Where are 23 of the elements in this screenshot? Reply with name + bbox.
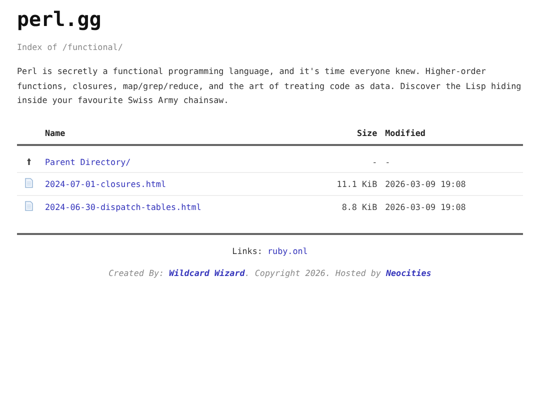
link[interactable]: ruby.onl <box>267 246 308 256</box>
site-title: perl.gg <box>17 7 102 31</box>
column-header: Name <box>41 122 304 144</box>
credit-line: Created By: Wildcard Wizard. Copyright 2026. Hosted by Neocities <box>108 268 432 278</box>
links-line: Links: ruby.onl <box>231 246 309 256</box>
document-icon <box>25 200 33 210</box>
file-size: - <box>372 156 378 166</box>
link[interactable]: Wildcard Wizard <box>169 268 245 278</box>
index-path: Index of /functional/ <box>17 42 124 52</box>
file-size: 11.1 KiB <box>336 178 378 188</box>
up-arrow-icon <box>27 158 31 164</box>
modified-date: 2026-03-09 19:08 <box>385 202 466 212</box>
modified-date: - <box>385 156 390 166</box>
link[interactable]: Neocities <box>386 268 432 278</box>
file-link[interactable]: 2024-06-30-dispatch-tables.html <box>45 202 202 212</box>
parent-directory-link[interactable]: Parent Directory/ <box>45 156 131 166</box>
column-header: Size <box>304 122 382 144</box>
document-icon <box>25 178 33 188</box>
column-header: Modified <box>381 122 523 144</box>
file-size: 8.8 KiB <box>342 202 378 212</box>
file-link[interactable]: 2024-07-01-closures.html <box>45 178 166 188</box>
modified-date: 2026-03-09 19:08 <box>385 178 466 188</box>
intro-paragraph: Perl is secretly a functional programming language, and it's time everyone knew. Higher-order functions, closures, map/grep/reduce, and the art of treating code as data. Discover the Lisp hiding inside your favourite Swiss Army chainsaw. <box>17 65 522 107</box>
